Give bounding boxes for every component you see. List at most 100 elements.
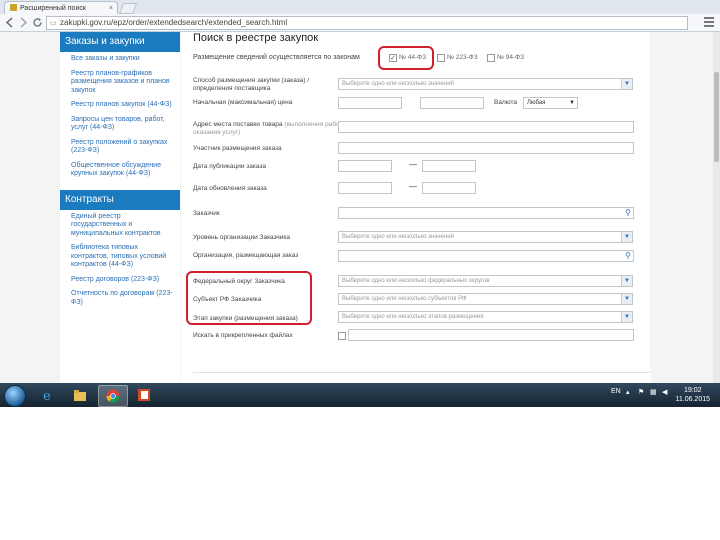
subject-label: Субъект РФ Заказчика: [193, 296, 262, 303]
level-label: Уровень организации Заказчика: [193, 234, 290, 241]
sidebar-item-public-discussion[interactable]: Общественное обсуждение крупных закупок …: [60, 159, 180, 182]
method-select[interactable]: Выберите одно или несколько значений ▼: [338, 78, 633, 90]
taskbar-ie[interactable]: e: [34, 385, 62, 405]
chevron-down-icon: ▼: [621, 79, 632, 89]
clock-date: 11.06.2015: [675, 396, 710, 403]
sidebar-item-contract-library[interactable]: Библиотека типовых контрактов, типовых у…: [60, 241, 180, 273]
org-label: Организация, размещающая заказ: [193, 252, 299, 259]
fed-district-placeholder: Выберите одно или несколько федеральных …: [342, 278, 490, 284]
level-placeholder: Выберите одно или несколько значений: [342, 234, 454, 240]
law-223-label: № 223-ФЗ: [447, 54, 478, 61]
folder-icon: [73, 388, 87, 402]
price-label: Начальная (максимальная) цена: [193, 99, 293, 106]
participant-input[interactable]: [338, 142, 634, 154]
subject-select[interactable]: Выберите одно или несколько субъектов РФ…: [338, 293, 633, 305]
fed-district-select[interactable]: Выберите одно или несколько федеральных …: [338, 275, 633, 287]
customer-input[interactable]: ⚲: [338, 207, 634, 219]
sidebar-item-price-requests[interactable]: Запросы цен товаров, работ, услуг (44-ФЗ…: [60, 113, 180, 136]
highlight-ring-law: [378, 46, 434, 70]
taskbar-explorer[interactable]: [66, 385, 94, 405]
browser-tab-bar: Расширенный поиск ×: [0, 0, 720, 15]
volume-icon[interactable]: ◀: [662, 388, 667, 396]
method-label: Способ размещения закупки (заказа) / опр…: [193, 77, 310, 92]
flag-icon[interactable]: ⚑: [638, 388, 644, 396]
method-placeholder: Выберите одно или несколько значений: [342, 81, 454, 87]
pub-date-to-input[interactable]: [422, 160, 476, 172]
law-94-checkbox[interactable]: [487, 54, 495, 62]
fed-district-label: Федеральный округ Заказчика: [193, 278, 285, 285]
arrow-right-icon: [20, 17, 28, 28]
place-input[interactable]: [338, 121, 634, 133]
participant-label: Участник размещения заказа: [193, 145, 282, 152]
page-icon: ▭: [50, 20, 57, 27]
currency-value: Любая: [527, 100, 546, 106]
sidebar-item-reports[interactable]: Отчетность по договорам (223-ФЗ): [60, 287, 180, 310]
vertical-scrollbar[interactable]: [713, 32, 720, 383]
tray-arrow-icon[interactable]: ▴: [626, 388, 630, 396]
pub-date-from-input[interactable]: [338, 160, 392, 172]
update-date-label: Дата обновления заказа: [193, 185, 267, 192]
url-text: zakupki.gov.ru/epz/order/extendedsearch/…: [60, 18, 288, 27]
browser-tab[interactable]: Расширенный поиск ×: [4, 1, 118, 15]
windows-taskbar: e EN ▴ ⚑ ▦ ◀ 19:02 11.06.2015: [0, 383, 720, 407]
pub-date-label: Дата публикации заказа: [193, 163, 267, 170]
page-title: Поиск в реестре закупок: [193, 32, 319, 44]
sidebar-item-all-orders[interactable]: Все заказы и закупки: [60, 52, 180, 67]
sidebar-item-regulations[interactable]: Реестр положений о закупках (223-ФЗ): [60, 136, 180, 159]
chevron-down-icon: ▼: [621, 312, 632, 322]
price-to-input[interactable]: [420, 97, 484, 109]
page-content: Заказы и закупки Все заказы и закупки Ре…: [0, 32, 713, 383]
ie-icon: e: [41, 388, 55, 404]
sidebar-item-contract-registry[interactable]: Единый реестр государственных и муниципа…: [60, 210, 180, 242]
update-date-dash: —: [409, 182, 417, 191]
browser-toolbar: ▭ zakupki.gov.ru/epz/order/extendedsearch…: [0, 14, 720, 32]
stage-label: Этап закупки (размещения заказа): [193, 315, 298, 322]
only-files-label: Искать в прикрепленных файлах: [193, 332, 293, 339]
search-icon[interactable]: ⚲: [625, 208, 631, 217]
reload-button[interactable]: [31, 16, 44, 29]
new-tab-button[interactable]: [118, 3, 138, 14]
currency-label: Валюта: [494, 99, 517, 106]
currency-select[interactable]: Любая ▼: [523, 97, 578, 109]
search-icon[interactable]: ⚲: [625, 251, 631, 260]
powerpoint-icon: [137, 388, 151, 402]
subject-placeholder: Выберите одно или несколько субъектов РФ: [342, 296, 467, 302]
sidebar-item-purchase-plans[interactable]: Реестр планов закупок (44-ФЗ): [60, 98, 180, 113]
only-files-checkbox[interactable]: [338, 332, 346, 340]
chevron-down-icon: ▼: [621, 232, 632, 242]
taskbar-chrome[interactable]: [98, 385, 128, 407]
network-icon[interactable]: ▦: [650, 388, 657, 396]
law-94-label: № 94-ФЗ: [497, 54, 525, 61]
files-input[interactable]: [348, 329, 634, 341]
chevron-down-icon: ▼: [621, 276, 632, 286]
search-form: Поиск в реестре закупок Размещение сведе…: [181, 32, 650, 383]
sidebar-item-plans-schedules[interactable]: Реестр планов-графиков размещения заказо…: [60, 67, 180, 99]
sidebar-item-agreements[interactable]: Реестр договоров (223-ФЗ): [60, 273, 180, 288]
taskbar-powerpoint[interactable]: [130, 385, 158, 405]
level-select[interactable]: Выберите одно или несколько значений ▼: [338, 231, 633, 243]
windows-start-icon[interactable]: [4, 385, 26, 407]
pub-date-dash: —: [409, 160, 417, 169]
favicon-icon: [10, 4, 17, 11]
back-button[interactable]: [3, 16, 16, 29]
address-bar[interactable]: ▭ zakupki.gov.ru/epz/order/extendedsearch…: [46, 16, 688, 30]
stage-select[interactable]: Выберите одно или несколько этапов разме…: [338, 311, 633, 323]
law-223-checkbox[interactable]: [437, 54, 445, 62]
update-date-from-input[interactable]: [338, 182, 392, 194]
menu-icon[interactable]: [704, 17, 714, 27]
update-date-to-input[interactable]: [422, 182, 476, 194]
price-from-input[interactable]: [338, 97, 402, 109]
language-indicator[interactable]: EN: [611, 388, 621, 395]
system-clock[interactable]: 19:02 11.06.2015: [675, 386, 710, 404]
org-input[interactable]: ⚲: [338, 250, 634, 262]
chevron-down-icon: ▼: [567, 98, 577, 108]
sidebar-section-contracts: Контракты: [60, 189, 180, 210]
law-label: Размещение сведений осуществляется по за…: [193, 54, 360, 61]
customer-label: Заказчик: [193, 210, 220, 217]
clock-time: 19:02: [683, 387, 702, 394]
stage-placeholder: Выберите одно или несколько этапов разме…: [342, 314, 484, 320]
sidebar-section-orders: Заказы и закупки: [60, 32, 180, 52]
arrow-left-icon: [5, 17, 13, 28]
forward-button[interactable]: [17, 16, 30, 29]
scrollbar-thumb[interactable]: [714, 72, 719, 162]
